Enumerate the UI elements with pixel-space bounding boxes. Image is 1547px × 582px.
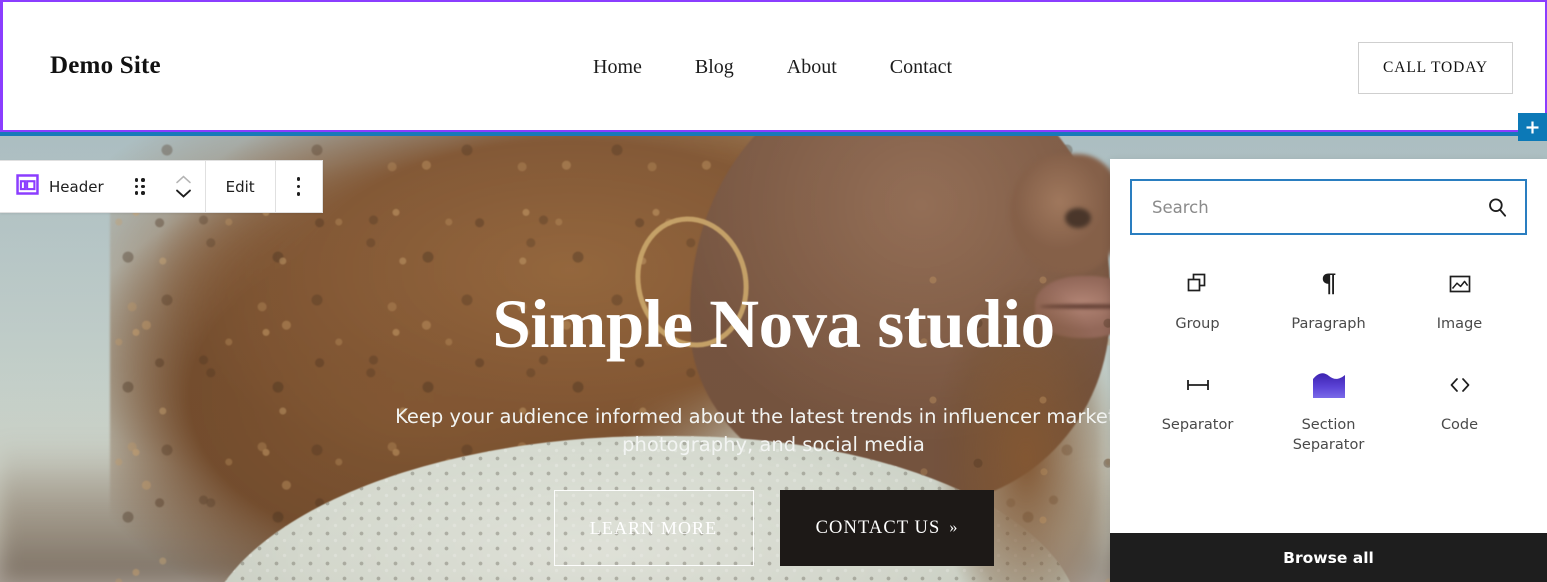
block-item-code[interactable]: Code [1394, 360, 1525, 455]
paragraph-pilcrow-icon: ¶ [1315, 267, 1343, 301]
nav-item-contact[interactable]: Contact [890, 56, 952, 79]
block-item-label: Separator [1161, 417, 1234, 433]
block-type-switcher-button[interactable]: Header [0, 161, 117, 212]
block-item-label: Paragraph [1291, 316, 1366, 332]
double-chevron-right-icon: » [949, 519, 958, 536]
code-icon [1444, 368, 1476, 402]
hero-subtitle[interactable]: Keep your audience informed about the la… [394, 403, 1154, 459]
nav-item-home[interactable]: Home [593, 56, 642, 79]
svg-text:¶: ¶ [1321, 270, 1337, 298]
block-item-image[interactable]: Image [1394, 259, 1525, 334]
call-today-button[interactable]: CALL TODAY [1358, 42, 1513, 94]
block-item-group[interactable]: Group [1132, 259, 1263, 334]
more-options-button[interactable] [276, 161, 322, 212]
block-type-label: Header [49, 177, 104, 196]
block-inserter-panel: Group ¶ Paragraph Image [1110, 159, 1547, 582]
nav-item-blog[interactable]: Blog [695, 56, 734, 79]
block-item-label: Code [1440, 417, 1479, 433]
site-navigation: Home Blog About Contact [593, 56, 952, 79]
block-toolbar-group-edit: Edit [206, 161, 276, 212]
contact-us-label: CONTACT US [815, 517, 941, 538]
chevron-up-icon[interactable] [174, 173, 193, 186]
browse-all-label: Browse all [1283, 548, 1374, 567]
block-appender-plus-button[interactable] [1518, 113, 1547, 141]
block-item-section-separator[interactable]: Section Separator [1263, 360, 1394, 455]
header-block-icon [16, 173, 39, 200]
inserter-search-area [1110, 159, 1547, 235]
contact-us-button[interactable]: CONTACT US » [779, 490, 994, 566]
drag-handle-icon [134, 178, 145, 195]
search-icon[interactable] [1486, 196, 1509, 219]
browse-all-button[interactable]: Browse all [1110, 533, 1547, 582]
site-title[interactable]: Demo Site [50, 52, 161, 80]
plus-icon [1526, 121, 1539, 133]
section-separator-icon [1312, 368, 1345, 402]
block-item-label: Section Separator [1292, 417, 1365, 453]
header-inner: Demo Site Home Blog About Contact CALL T… [3, 2, 1545, 130]
separator-icon [1183, 368, 1213, 402]
block-type-grid: Group ¶ Paragraph Image Separator Sectio… [1110, 235, 1547, 455]
image-icon [1446, 267, 1474, 301]
block-item-label: Image [1436, 316, 1483, 332]
block-item-paragraph[interactable]: ¶ Paragraph [1263, 259, 1394, 334]
chevron-down-icon[interactable] [174, 187, 193, 200]
nav-item-about[interactable]: About [787, 56, 837, 79]
more-options-vertical-icon [296, 177, 301, 196]
block-selection-rule [0, 132, 1547, 136]
site-header-block[interactable]: Demo Site Home Blog About Contact CALL T… [0, 0, 1547, 132]
block-item-label: Group [1175, 316, 1220, 332]
block-item-separator[interactable]: Separator [1132, 360, 1263, 455]
learn-more-button[interactable]: LEARN MORE [553, 490, 754, 566]
search-input[interactable] [1132, 181, 1525, 233]
drag-handle-button[interactable] [117, 161, 163, 212]
group-icon [1184, 267, 1212, 301]
block-toolbar-group-options [276, 161, 322, 212]
edit-button[interactable]: Edit [206, 161, 275, 212]
block-toolbar: Header Edit [0, 160, 323, 213]
search-field[interactable] [1130, 179, 1527, 235]
block-mover[interactable] [163, 161, 205, 212]
editor-canvas: Simple Nova studio Keep your audience in… [0, 0, 1547, 582]
block-toolbar-group-main: Header [0, 161, 206, 212]
